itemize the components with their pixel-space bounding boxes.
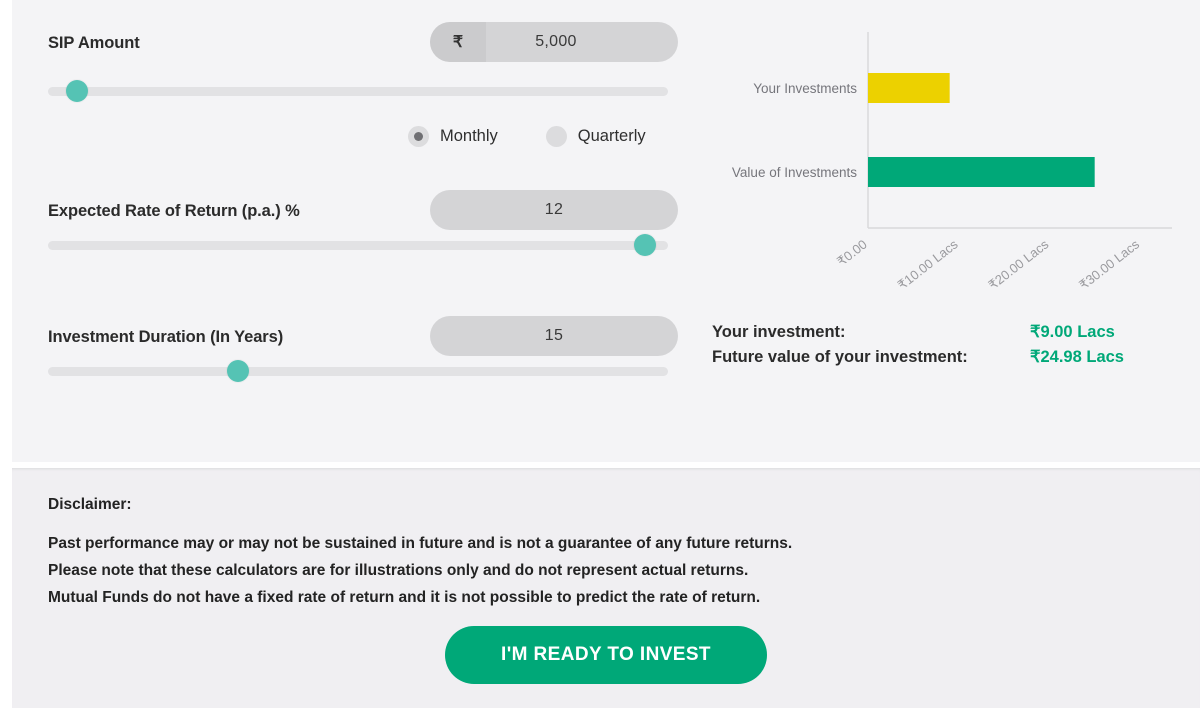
disclaimer-line: Mutual Funds do not have a fixed rate of… (48, 589, 761, 606)
result-row: Future value of your investment: ₹24.98 … (712, 347, 1182, 372)
sip-amount-label: SIP Amount (48, 33, 140, 52)
calculator-controls: SIP Amount ₹ 5,000 Monthly Quarterly Exp… (48, 0, 678, 440)
duration-row: Investment Duration (In Years) 15 (48, 316, 678, 358)
rupee-icon: ₹ (430, 22, 486, 62)
future-value-label: Future value of your investment: (712, 348, 968, 366)
disclaimer-line: Please note that these calculators are f… (48, 562, 749, 579)
x-axis-tick-label: ₹30.00 Lacs (1076, 236, 1142, 292)
rate-of-return-value: 12 (544, 201, 564, 218)
disclaimer-title: Disclaimer: (48, 496, 132, 513)
rate-of-return-slider-track[interactable] (48, 241, 668, 250)
bar-category-label: Value of Investments (732, 165, 857, 180)
frequency-option-quarterly-label: Quarterly (577, 127, 646, 145)
rate-of-return-label: Expected Rate of Return (p.a.) % (48, 201, 300, 220)
your-investment-label: Your investment: (712, 323, 846, 341)
duration-slider-thumb[interactable] (227, 360, 250, 382)
future-value-value: ₹24.98 Lacs (1030, 348, 1124, 366)
sip-amount-slider-track[interactable] (48, 87, 668, 96)
frequency-option-quarterly[interactable]: Quarterly (545, 126, 646, 147)
frequency-option-monthly[interactable]: Monthly (408, 126, 498, 147)
bar-1 (868, 157, 1095, 187)
sip-amount-input[interactable]: ₹ 5,000 (430, 22, 678, 62)
duration-field-block: Investment Duration (In Years) 15 (48, 316, 678, 382)
frequency-option-monthly-label: Monthly (440, 127, 498, 145)
disclaimer-panel: Disclaimer: Past performance may or may … (12, 468, 1200, 708)
radio-unselected-icon[interactable] (545, 126, 567, 147)
duration-value: 15 (544, 327, 564, 344)
disclaimer-line: Past performance may or may not be susta… (48, 535, 793, 552)
duration-input[interactable]: 15 (430, 316, 678, 356)
rate-of-return-field-block: Expected Rate of Return (p.a.) % 12 (48, 190, 678, 256)
result-row: Your investment: ₹9.00 Lacs (712, 322, 1182, 347)
results-summary: Your investment: ₹9.00 Lacs Future value… (712, 322, 1182, 372)
cta-container: I'M READY TO INVEST (12, 626, 1200, 684)
x-axis-tick-label: ₹10.00 Lacs (895, 236, 961, 292)
x-axis-tick-label: ₹0.00 (834, 237, 870, 269)
duration-slider-track[interactable] (48, 367, 668, 376)
rate-of-return-input[interactable]: 12 (430, 190, 678, 230)
ready-to-invest-button[interactable]: I'M READY TO INVEST (445, 626, 767, 684)
sip-calculator-page: SIP Amount ₹ 5,000 Monthly Quarterly Exp… (0, 0, 1200, 720)
sip-amount-slider[interactable] (48, 80, 668, 102)
bar-0 (868, 73, 950, 103)
investment-bar-chart: Your Investments Value of Investments ₹0.0… (702, 18, 1192, 293)
bar-category-label: Your Investments (753, 81, 857, 96)
rate-of-return-slider-thumb[interactable] (634, 234, 657, 256)
calculator-panel: SIP Amount ₹ 5,000 Monthly Quarterly Exp… (12, 0, 1200, 462)
rate-of-return-slider[interactable] (48, 234, 668, 256)
duration-slider[interactable] (48, 360, 668, 382)
duration-label: Investment Duration (In Years) (48, 327, 284, 346)
disclaimer-text: Past performance may or may not be susta… (48, 530, 1048, 611)
sip-amount-row: SIP Amount ₹ 5,000 (48, 22, 678, 64)
radio-selected-icon[interactable] (408, 126, 429, 147)
rate-of-return-row: Expected Rate of Return (p.a.) % 12 (48, 190, 678, 232)
frequency-radio-group: Monthly Quarterly (408, 126, 646, 147)
bar-chart-svg: Your Investments Value of Investments ₹0.0… (732, 32, 1172, 293)
sip-amount-slider-thumb[interactable] (65, 80, 88, 102)
x-axis-tick-label: ₹20.00 Lacs (985, 236, 1051, 292)
your-investment-value: ₹9.00 Lacs (1030, 323, 1115, 341)
sip-amount-field-block: SIP Amount ₹ 5,000 Monthly Quarterly (48, 22, 678, 147)
sip-amount-value: 5,000 (535, 33, 577, 50)
